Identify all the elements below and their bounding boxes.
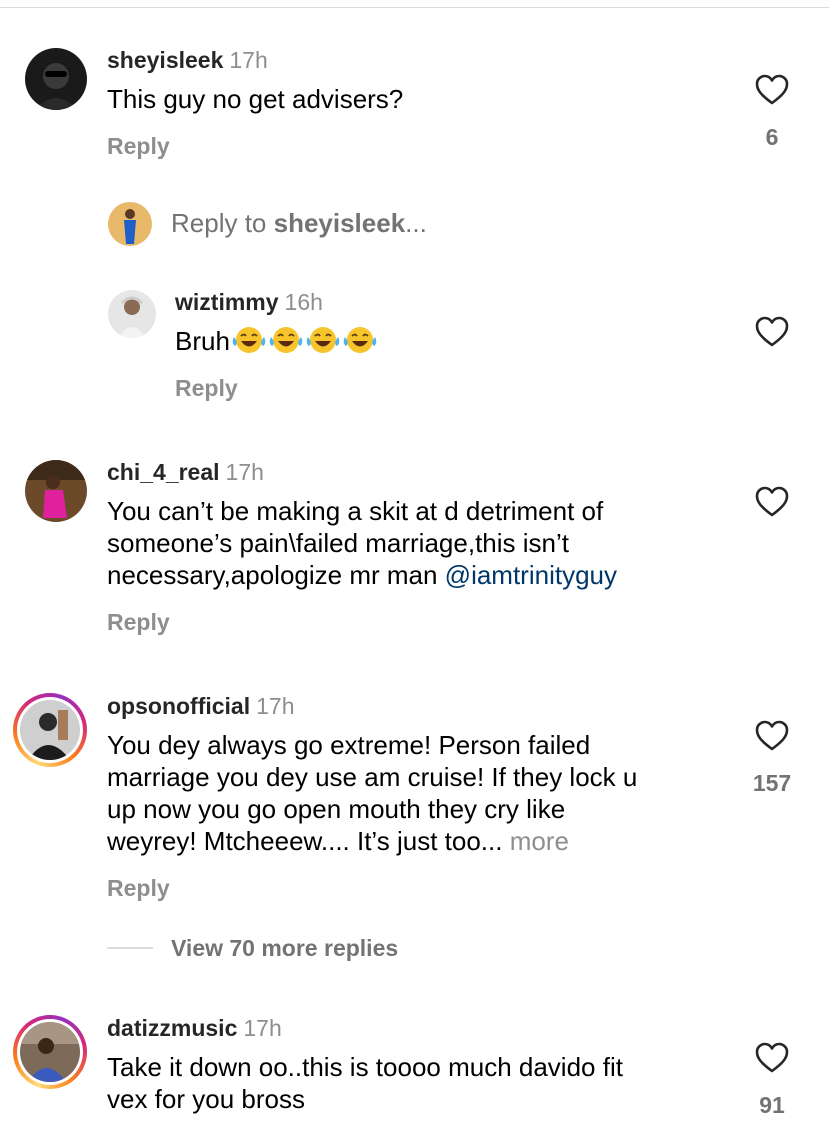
current-user-avatar xyxy=(108,202,152,246)
avatar-story-ring[interactable] xyxy=(13,693,87,767)
comment-text: You dey always go extreme! Person failed… xyxy=(107,729,637,857)
reply-to-input[interactable]: Reply to sheyisleek... xyxy=(171,208,427,239)
avatar[interactable] xyxy=(25,460,87,522)
heart-outline-icon[interactable] xyxy=(755,74,789,106)
comment-line: You can’t be making a skit at d detrimen… xyxy=(107,496,604,526)
view-replies-line xyxy=(107,947,153,949)
comment-text: Bruh xyxy=(175,325,378,357)
heart-outline-icon[interactable] xyxy=(755,486,789,518)
comment-line: weyrey! Mtcheeew.... It’s just too... mo… xyxy=(107,825,637,857)
comment-meta: sheyisleek 17h xyxy=(107,46,268,74)
timestamp: 17h xyxy=(256,693,295,719)
comment-text: This guy no get advisers? xyxy=(107,84,404,114)
emoji-group xyxy=(230,326,378,356)
timestamp: 17h xyxy=(229,47,268,73)
avatar[interactable] xyxy=(25,48,87,110)
heart-outline-icon[interactable] xyxy=(755,720,789,752)
comment-meta: opsonofficial 17h xyxy=(107,692,295,720)
avatar xyxy=(20,700,80,760)
reply-button[interactable]: Reply xyxy=(107,609,170,636)
comment-line: vex for you bross xyxy=(107,1084,305,1114)
username[interactable]: sheyisleek xyxy=(107,47,223,73)
comment-meta: wiztimmy 16h xyxy=(175,288,323,316)
comment-line-text: weyrey! Mtcheeew.... It’s just too... xyxy=(107,826,510,856)
username[interactable]: datizzmusic xyxy=(107,1015,237,1041)
reply-text: Bruh xyxy=(175,326,230,356)
face-with-tears-of-joy-icon xyxy=(232,327,266,353)
comment-line: up now you go open mouth they cry like xyxy=(107,794,566,824)
heart-outline-icon[interactable] xyxy=(755,1042,789,1074)
timestamp: 17h xyxy=(225,459,264,485)
comment-meta: datizzmusic 17h xyxy=(107,1014,282,1042)
reply-to-prefix: Reply to xyxy=(171,208,274,238)
face-with-tears-of-joy-icon xyxy=(269,327,303,353)
like-count: 157 xyxy=(752,770,792,796)
avatar-story-ring[interactable] xyxy=(13,1015,87,1089)
comment-line: Take it down oo..this is toooo much davi… xyxy=(107,1052,623,1082)
reply-button[interactable]: Reply xyxy=(175,375,238,402)
more-link[interactable]: more xyxy=(510,826,569,856)
comment-line: necessary,apologize mr man @iamtrinitygu… xyxy=(107,559,617,591)
avatar xyxy=(20,1022,80,1082)
comment-line-text: necessary,apologize mr man xyxy=(107,560,445,590)
avatar[interactable] xyxy=(108,290,156,338)
face-with-tears-of-joy-icon xyxy=(306,327,340,353)
timestamp: 16h xyxy=(284,289,323,315)
comment-line: marriage you dey use am cruise! If they … xyxy=(107,762,638,792)
reply-button[interactable]: Reply xyxy=(107,133,170,160)
like-count: 6 xyxy=(765,124,779,150)
comment-line: You dey always go extreme! Person failed xyxy=(107,730,591,760)
face-with-tears-of-joy-icon xyxy=(343,327,377,353)
reply-to-suffix: ... xyxy=(405,208,427,238)
comment-line: someone’s pain\failed marriage,this isn’… xyxy=(107,528,569,558)
comment-meta: chi_4_real 17h xyxy=(107,458,264,486)
comment-text: You can’t be making a skit at d detrimen… xyxy=(107,495,617,591)
view-more-replies-button[interactable]: View 70 more replies xyxy=(171,935,398,962)
username[interactable]: wiztimmy xyxy=(175,289,279,315)
username[interactable]: opsonofficial xyxy=(107,693,250,719)
reply-to-target: sheyisleek xyxy=(273,208,406,238)
like-count: 91 xyxy=(759,1092,785,1118)
username[interactable]: chi_4_real xyxy=(107,459,220,485)
timestamp: 17h xyxy=(243,1015,282,1041)
heart-outline-icon[interactable] xyxy=(755,316,789,348)
mention-link[interactable]: @iamtrinityguy xyxy=(445,560,617,590)
top-divider xyxy=(0,7,829,8)
comment-text: Take it down oo..this is toooo much davi… xyxy=(107,1051,623,1115)
reply-button[interactable]: Reply xyxy=(107,875,170,902)
